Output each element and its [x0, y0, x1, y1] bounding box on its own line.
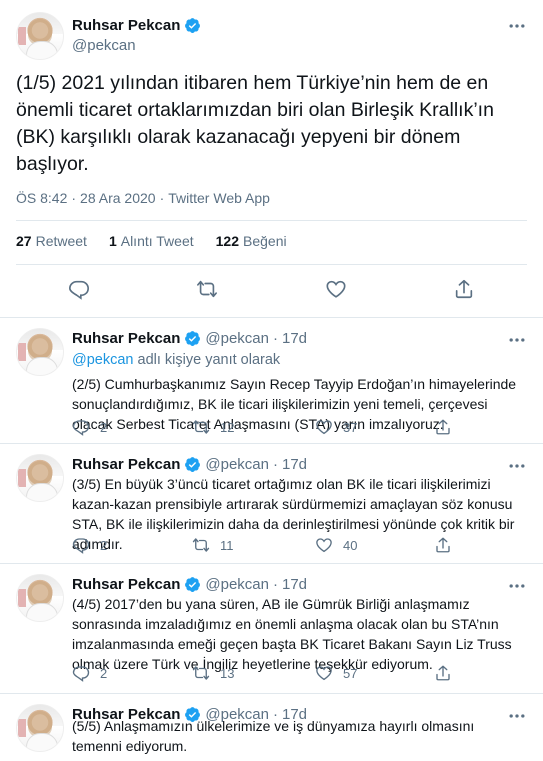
reply-icon[interactable] — [68, 278, 90, 300]
avatar[interactable] — [16, 328, 64, 376]
reply-tweet[interactable]: Ruhsar Pekcan @pekcan · 17d (4/5) 2017’d… — [0, 564, 543, 694]
replying-to: @pekcan adlı kişiye yanıt olarak — [72, 352, 281, 368]
divider — [16, 264, 527, 265]
like-button[interactable]: 37 — [315, 418, 357, 436]
reply-header: Ruhsar Pekcan @pekcan · 17d — [72, 456, 307, 473]
author-name[interactable]: Ruhsar Pekcan — [72, 17, 180, 34]
tweet-time[interactable]: 17d — [282, 330, 307, 347]
retweet-icon[interactable] — [196, 278, 218, 300]
reply-count: 2 — [100, 537, 108, 553]
share-button[interactable] — [434, 536, 452, 554]
like-icon — [315, 664, 333, 682]
verified-badge-icon — [184, 330, 201, 347]
tweet-time[interactable]: 17d — [282, 456, 307, 473]
more-icon[interactable] — [507, 576, 527, 596]
like-icon — [315, 536, 333, 554]
retweet-icon — [192, 418, 210, 436]
avatar[interactable] — [16, 12, 64, 60]
more-icon[interactable] — [507, 456, 527, 476]
main-tweet: Ruhsar Pekcan @pekcan (1/5) 2021 yılında… — [0, 0, 543, 318]
main-tweet-actions — [0, 274, 543, 304]
avatar[interactable] — [16, 454, 64, 502]
like-icon[interactable] — [325, 278, 347, 300]
tweet-actions: 2 12 37 — [72, 418, 462, 438]
tweet-stats: 27 Retweet 1 Alıntı Tweet 122 Beğeni — [16, 233, 287, 249]
avatar[interactable] — [16, 574, 64, 622]
author-name[interactable]: Ruhsar Pekcan — [72, 456, 180, 473]
retweet-button[interactable]: 11 — [192, 536, 234, 554]
meta-separator: · — [71, 190, 77, 206]
reply-tweet[interactable]: Ruhsar Pekcan @pekcan · 17d (5/5) Anlaşm… — [0, 694, 543, 761]
author-handle[interactable]: @pekcan — [205, 330, 269, 347]
quote-count-link[interactable]: 1 Alıntı Tweet — [109, 233, 194, 249]
divider — [16, 220, 527, 221]
tweet-time[interactable]: 17d — [282, 576, 307, 593]
share-button[interactable] — [434, 418, 452, 436]
like-count: 37 — [343, 419, 358, 435]
like-button[interactable]: 57 — [315, 664, 357, 682]
author-handle[interactable]: @pekcan — [205, 576, 269, 593]
author-handle[interactable]: @pekcan — [205, 456, 269, 473]
reply-icon — [72, 536, 90, 554]
retweet-count-link[interactable]: 27 Retweet — [16, 233, 87, 249]
avatar[interactable] — [16, 704, 64, 752]
tweet-text: (5/5) Anlaşmamızın ülkelerimize ve iş dü… — [72, 718, 475, 754]
tweet-source[interactable]: Twitter Web App — [168, 190, 270, 206]
verified-badge-icon — [184, 17, 201, 34]
tweet-meta: ÖS 8:42 · 28 Ara 2020 · Twitter Web App — [16, 190, 270, 206]
verified-badge-icon — [184, 456, 201, 473]
like-button[interactable]: 40 — [315, 536, 357, 554]
mention-link[interactable]: @pekcan — [72, 352, 133, 368]
retweet-icon — [192, 536, 210, 554]
author-handle[interactable]: @pekcan — [72, 37, 136, 54]
reply-button[interactable]: 2 — [72, 664, 107, 682]
share-button[interactable] — [434, 664, 452, 682]
reply-header: Ruhsar Pekcan @pekcan · 17d — [72, 330, 307, 347]
reply-icon — [72, 418, 90, 436]
reply-tweet[interactable]: Ruhsar Pekcan @pekcan · 17d (3/5) En büy… — [0, 444, 543, 564]
share-icon — [434, 664, 452, 682]
retweet-icon — [192, 664, 210, 682]
tweet-actions: 2 13 57 — [72, 664, 462, 684]
retweet-count: 11 — [220, 537, 234, 553]
share-icon[interactable] — [453, 278, 475, 300]
reply-button[interactable]: 2 — [72, 536, 107, 554]
retweet-count: 13 — [220, 665, 235, 681]
tweet-text: (1/5) 2021 yılından itibaren hem Türkiye… — [16, 72, 494, 175]
meta-separator: · — [273, 576, 278, 593]
tweet-text: (4/5) 2017’den bu yana süren, AB ile Güm… — [72, 596, 512, 672]
more-icon[interactable] — [507, 16, 527, 36]
tweet-actions: 2 11 40 — [72, 536, 462, 556]
verified-badge-icon — [184, 576, 201, 593]
like-count-link[interactable]: 122 Beğeni — [216, 233, 287, 249]
like-count: 57 — [343, 665, 358, 681]
main-tweet-header: Ruhsar Pekcan @pekcan — [16, 12, 527, 60]
share-icon — [434, 536, 452, 554]
reply-tweet[interactable]: Ruhsar Pekcan @pekcan · 17d @pekcan adlı… — [0, 318, 543, 444]
reply-icon — [72, 664, 90, 682]
author-name[interactable]: Ruhsar Pekcan — [72, 330, 180, 347]
reply-count: 2 — [100, 665, 108, 681]
like-count: 40 — [343, 537, 358, 553]
retweet-button[interactable]: 12 — [192, 418, 234, 436]
like-icon — [315, 418, 333, 436]
more-icon[interactable] — [507, 330, 527, 350]
reply-count: 2 — [100, 419, 108, 435]
author-name[interactable]: Ruhsar Pekcan — [72, 576, 180, 593]
tweet-date[interactable]: 28 Ara 2020 — [80, 190, 156, 206]
meta-separator: · — [159, 190, 165, 206]
share-icon — [434, 418, 452, 436]
tweet-time[interactable]: ÖS 8:42 — [16, 190, 67, 206]
meta-separator: · — [273, 456, 278, 473]
reply-button[interactable]: 2 — [72, 418, 107, 436]
meta-separator: · — [273, 330, 278, 347]
reply-header: Ruhsar Pekcan @pekcan · 17d — [72, 576, 307, 593]
retweet-count: 12 — [220, 419, 235, 435]
retweet-button[interactable]: 13 — [192, 664, 234, 682]
